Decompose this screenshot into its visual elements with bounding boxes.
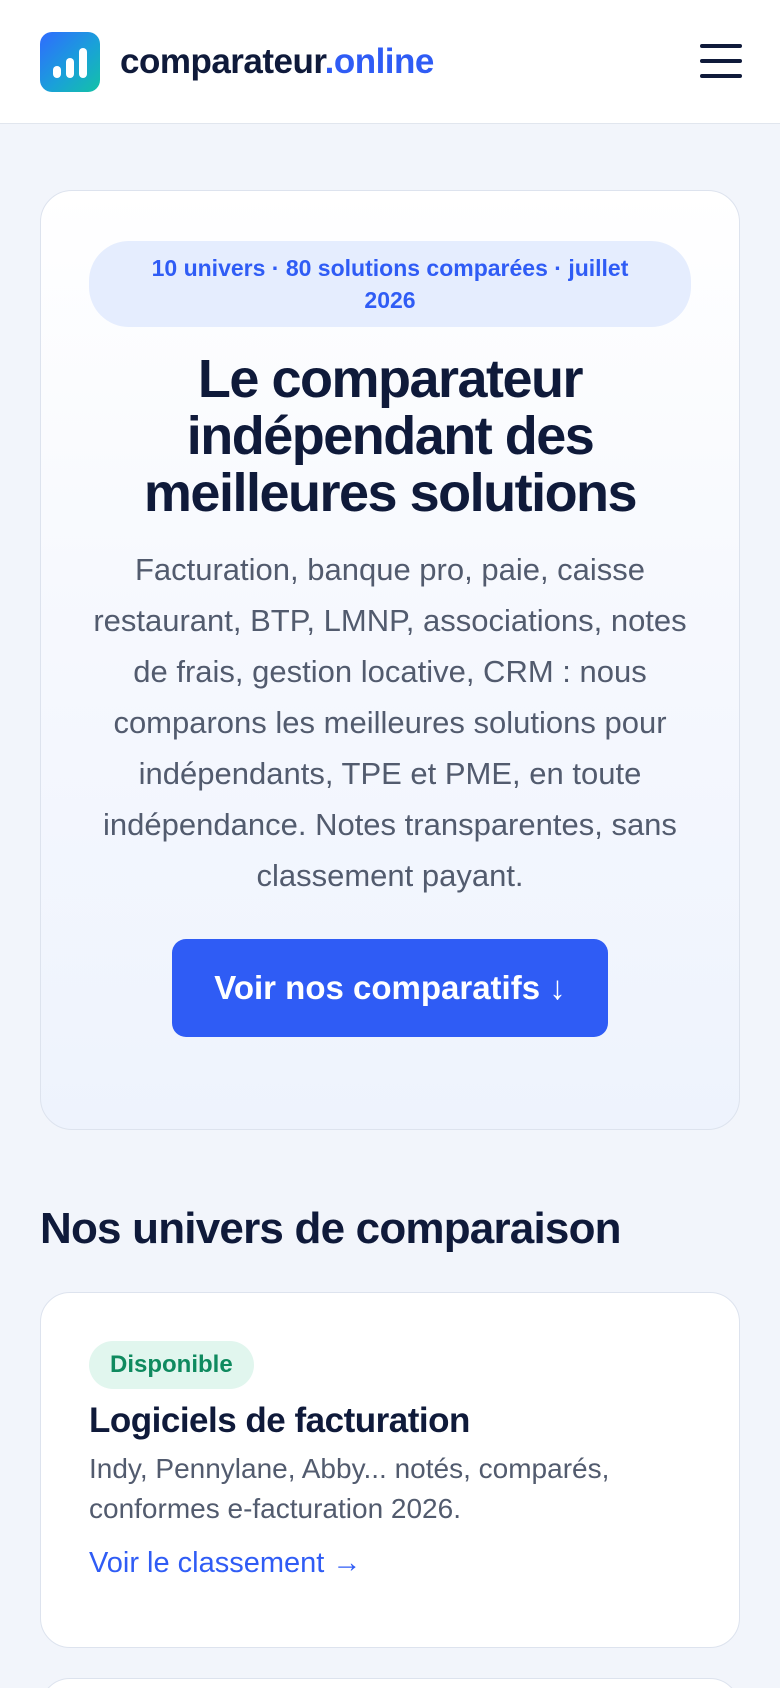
menu-line: [700, 59, 742, 63]
logo-bar: [53, 65, 61, 78]
logo-bar: [79, 47, 87, 78]
see-ranking-link[interactable]: Voir le classement →: [89, 1547, 361, 1580]
site-header: comparateur.online: [0, 0, 780, 124]
logo-bar: [66, 57, 74, 78]
menu-line: [700, 74, 742, 78]
card-title: Logiciels de facturation: [89, 1401, 470, 1440]
brand-logo-text[interactable]: comparateur.online: [120, 42, 434, 82]
hero-title: Le comparateur indépendant des meilleure…: [143, 349, 638, 523]
page: comparateur.online 10 univers · 80 solut…: [0, 0, 780, 1688]
brand-name: comparateur: [120, 41, 325, 81]
section-title: Nos univers de comparaison: [40, 1204, 622, 1253]
brand-tld: .online: [324, 41, 435, 81]
category-card-next[interactable]: [40, 1678, 740, 1688]
menu-line: [700, 44, 742, 48]
category-card-facturation[interactable]: Disponible Logiciels de facturation Indy…: [40, 1292, 740, 1648]
hamburger-menu-icon[interactable]: [700, 44, 742, 78]
stats-pill: 10 univers · 80 solutions comparées · ju…: [89, 241, 691, 327]
hero-description: Facturation, banque pro, paie, caisse re…: [93, 552, 687, 893]
bar-chart-icon[interactable]: [40, 31, 100, 92]
status-badge: Disponible: [89, 1341, 254, 1389]
see-comparisons-button[interactable]: Voir nos comparatifs ↓: [172, 939, 608, 1037]
hero-card: 10 univers · 80 solutions comparées · ju…: [40, 190, 740, 1130]
card-description: Indy, Pennylane, Abby... notés, comparés…: [89, 1453, 610, 1524]
